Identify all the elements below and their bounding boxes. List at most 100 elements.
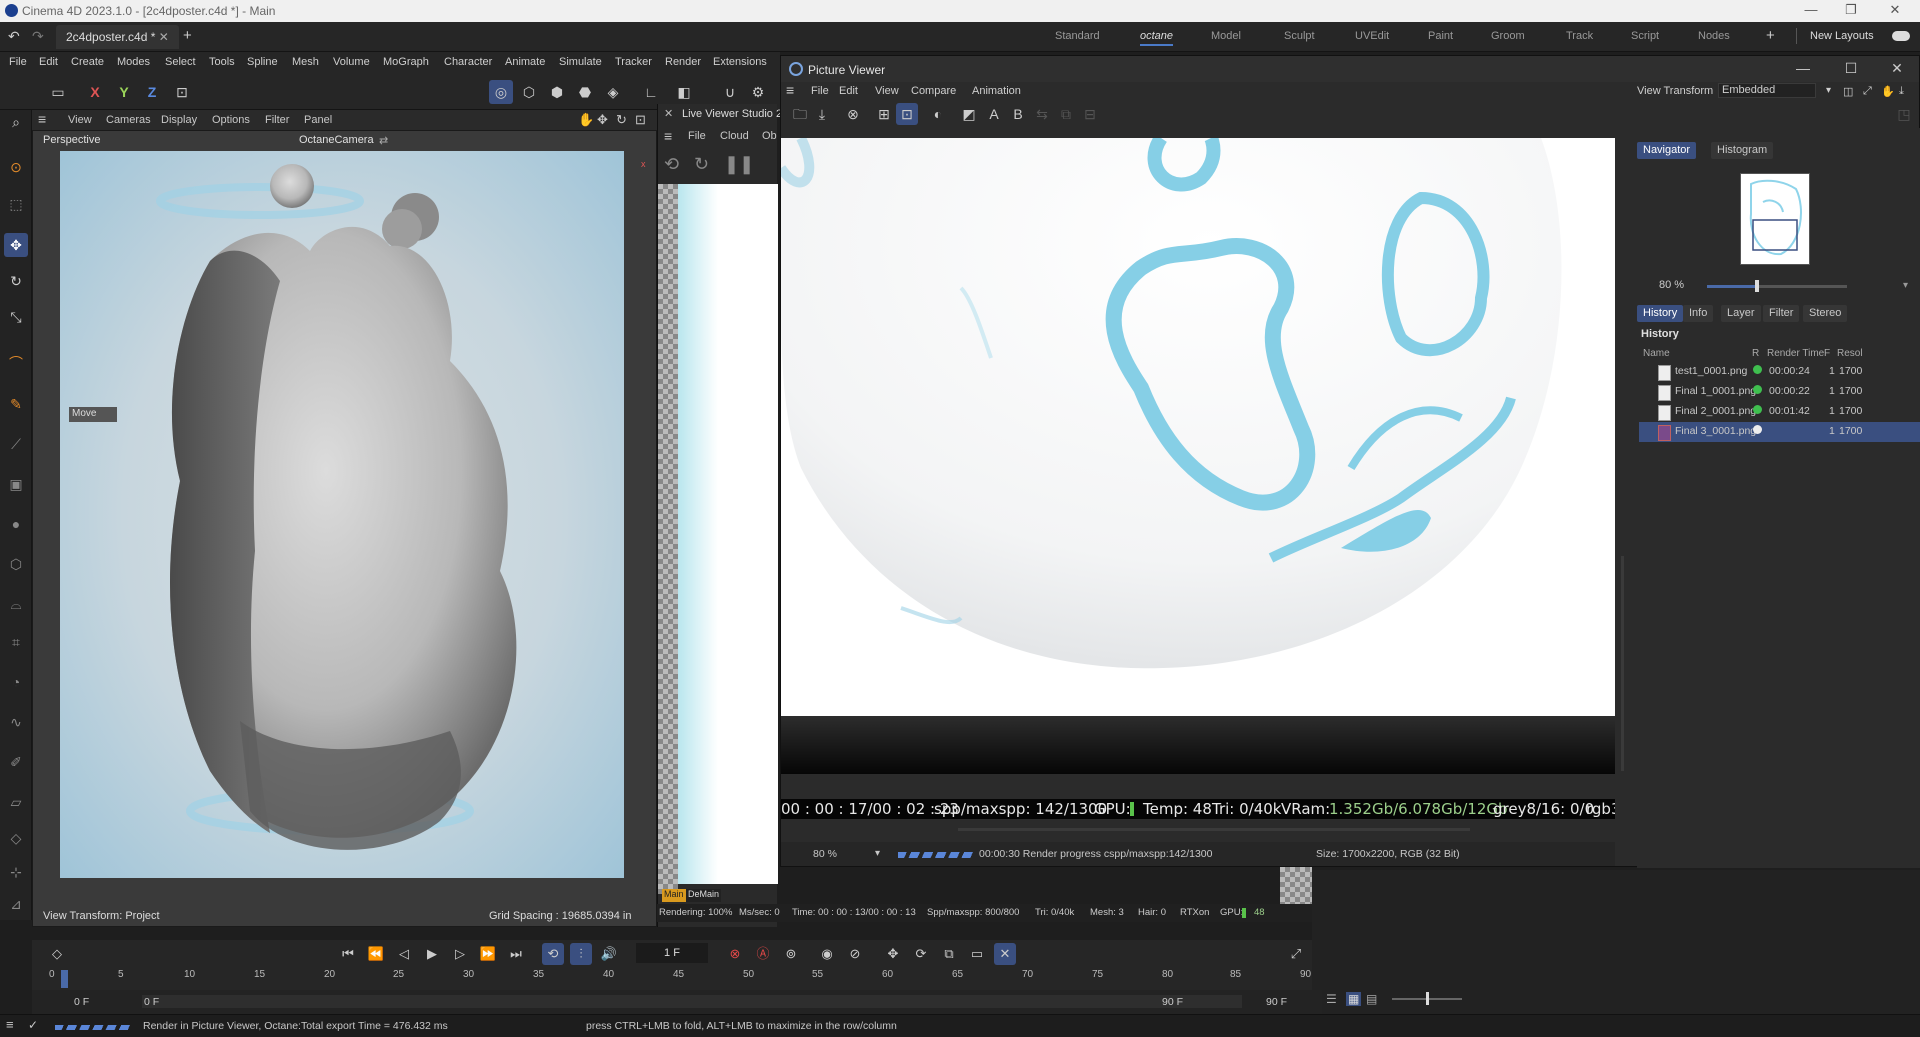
tab-info[interactable]: Info <box>1683 305 1714 322</box>
points-mode-icon[interactable]: ⬡ <box>517 80 541 104</box>
channel-toggle-icon[interactable]: ◐ <box>927 103 949 125</box>
record-keyframe-icon[interactable]: ⊗ <box>724 943 746 965</box>
y-axis-lock-button[interactable]: Y <box>112 80 136 104</box>
pv-menu-animation[interactable]: Animation <box>972 85 1021 97</box>
close-tab-icon[interactable]: ✕ <box>159 30 169 44</box>
key-point-icon[interactable]: ▭ <box>966 943 988 965</box>
col-r[interactable]: R <box>1752 348 1759 359</box>
menu-edit[interactable]: Edit <box>39 56 58 68</box>
light-object-icon[interactable]: ◔ <box>4 670 28 694</box>
history-row[interactable]: Final 2_0001.png 00:01:42 1 1700 <box>1639 402 1920 422</box>
save-image-icon[interactable]: ⤓ <box>811 103 833 125</box>
menu-character[interactable]: Character <box>444 56 492 68</box>
viewport-menu-view[interactable]: View <box>68 114 92 126</box>
rotate-tool-icon[interactable]: ↻ <box>4 269 28 293</box>
history-row-selected[interactable]: Final 3_0001.png 1 1700 <box>1639 422 1920 442</box>
col-resolution[interactable]: Resol <box>1837 348 1863 359</box>
menu-file[interactable]: File <box>9 56 27 68</box>
zoom-dropdown-icon[interactable]: ▾ <box>875 848 880 859</box>
history-row[interactable]: Final 1_0001.png 00:00:22 1 1700 <box>1639 382 1920 402</box>
add-layout-icon[interactable]: + <box>1766 27 1775 44</box>
playhead-marker[interactable] <box>61 970 68 988</box>
menu-tracker[interactable]: Tracker <box>615 56 652 68</box>
maximize-view-icon[interactable]: ⊡ <box>635 112 646 128</box>
history-row[interactable]: test1_0001.png 00:00:24 1 1700 <box>1639 362 1920 382</box>
go-to-end-icon[interactable]: ⏭ <box>505 943 527 965</box>
viewport-menu-panel[interactable]: Panel <box>304 114 332 126</box>
live-viewer-menu-file[interactable]: File <box>688 130 706 142</box>
viewport-menu-options[interactable]: Options <box>212 114 250 126</box>
pv-menu-edit[interactable]: Edit <box>839 85 858 97</box>
sphere-object-icon[interactable]: ● <box>4 512 28 536</box>
navigator-zoom-slider-fill[interactable] <box>1707 285 1757 288</box>
new-layouts-label[interactable]: New Layouts <box>1810 30 1874 42</box>
status-menu-icon[interactable]: ≡ <box>6 1017 14 1032</box>
navigator-zoom-slider-track[interactable] <box>1757 285 1847 288</box>
next-frame-icon[interactable]: ▷ <box>449 943 471 965</box>
layout-tab-octane[interactable]: octane <box>1140 30 1174 46</box>
workplane-tool-icon[interactable]: ◇ <box>4 826 28 850</box>
current-frame-field[interactable]: 1 F <box>636 943 708 963</box>
layout-tab-sculpt[interactable]: Sculpt <box>1284 30 1315 42</box>
loop-icon[interactable]: ⟲ <box>542 943 564 965</box>
prev-key-icon[interactable]: ⏪ <box>365 943 387 965</box>
key-position-icon[interactable]: ◉ <box>816 943 838 965</box>
horizontal-scrollbar[interactable] <box>958 828 1470 831</box>
pause-render-icon[interactable]: ❚❚ <box>724 154 754 175</box>
autokey-icon[interactable]: Ⓐ <box>752 943 774 965</box>
camera-link-icon[interactable]: ⇄ <box>379 134 388 147</box>
knife-tool-icon[interactable]: ⟋ <box>4 432 28 456</box>
pv-pan-icon[interactable]: ✋ <box>1881 85 1895 98</box>
stop-render-icon[interactable]: ⊗ <box>842 103 864 125</box>
layout-tab-standard[interactable]: Standard <box>1055 30 1100 42</box>
layout-tab-model[interactable]: Model <box>1211 30 1241 42</box>
restore-icon[interactable]: ❐ <box>1836 2 1866 20</box>
key-pla-icon[interactable]: ⧉ <box>938 943 960 965</box>
menu-volume[interactable]: Volume <box>333 56 370 68</box>
tab-histogram[interactable]: Histogram <box>1711 142 1774 159</box>
new-layouts-toggle[interactable] <box>1892 31 1910 41</box>
pv-layout-icon[interactable]: ◫ <box>1843 85 1853 98</box>
list-view-icon[interactable]: ☰ <box>1326 992 1337 1006</box>
menu-modes[interactable]: Modes <box>117 56 150 68</box>
col-render-time[interactable]: Render Time <box>1767 348 1824 359</box>
pv-minimize-icon[interactable]: — <box>1793 60 1813 76</box>
range-slider-track[interactable] <box>142 995 1242 1008</box>
layout-tab-groom[interactable]: Groom <box>1491 30 1525 42</box>
viewport-camera-label[interactable]: OctaneCamera <box>299 134 374 146</box>
menu-extensions[interactable]: Extensions <box>713 56 767 68</box>
pv-pin-icon[interactable]: ⤓ <box>1899 85 1904 98</box>
restart-render-icon[interactable]: ↻ <box>694 154 709 175</box>
swap-ab-icon[interactable]: ⇆ <box>1031 103 1053 125</box>
pv-snapshot-icon[interactable]: ◳ <box>1893 103 1915 125</box>
navigator-options-icon[interactable]: ▾ <box>1903 280 1908 291</box>
move-tool-icon[interactable]: ✥ <box>4 233 28 257</box>
pen-tool-icon[interactable]: ✎ <box>4 392 28 416</box>
x-axis-lock-button[interactable]: X <box>83 80 107 104</box>
grid-view-icon[interactable]: ▦ <box>1346 992 1362 1006</box>
timeline-ruler[interactable]: 0 5 10 15 20 25 30 35 40 45 50 55 60 65 … <box>32 968 1312 990</box>
go-to-start-icon[interactable]: ⏮ <box>337 943 359 965</box>
close-icon[interactable]: ✕ <box>1880 2 1910 20</box>
viewport-hamburger-icon[interactable]: ≡ <box>38 111 46 127</box>
live-viewer-menu-objects[interactable]: Ob <box>762 130 777 142</box>
render-region-icon[interactable]: ⊞ <box>873 103 895 125</box>
rendered-image-canvas[interactable] <box>781 138 1615 716</box>
pv-menu-view[interactable]: View <box>875 85 899 97</box>
coordinate-system-icon[interactable]: ⊡ <box>170 80 194 104</box>
uv-mode-icon[interactable]: ◈ <box>601 80 625 104</box>
viewport-menu-filter[interactable]: Filter <box>265 114 289 126</box>
move-view-icon[interactable]: ✥ <box>597 112 608 128</box>
eraser-tool-icon[interactable]: ▱ <box>4 790 28 814</box>
undo-icon[interactable]: ↶ <box>8 28 20 45</box>
live-viewer-menu-cloud[interactable]: Cloud <box>720 130 749 142</box>
viewport-menu-cameras[interactable]: Cameras <box>106 114 151 126</box>
large-view-icon[interactable]: ▤ <box>1366 992 1377 1006</box>
layout-tab-paint[interactable]: Paint <box>1428 30 1453 42</box>
live-select-icon[interactable]: ⬚ <box>4 192 28 216</box>
menu-mesh[interactable]: Mesh <box>292 56 319 68</box>
tab-filter[interactable]: Filter <box>1763 305 1800 322</box>
measure-tool-icon[interactable]: ⊿ <box>4 892 28 916</box>
document-tab[interactable]: 2c4dposter.c4d * ✕ <box>56 25 179 49</box>
menu-render[interactable]: Render <box>665 56 701 68</box>
